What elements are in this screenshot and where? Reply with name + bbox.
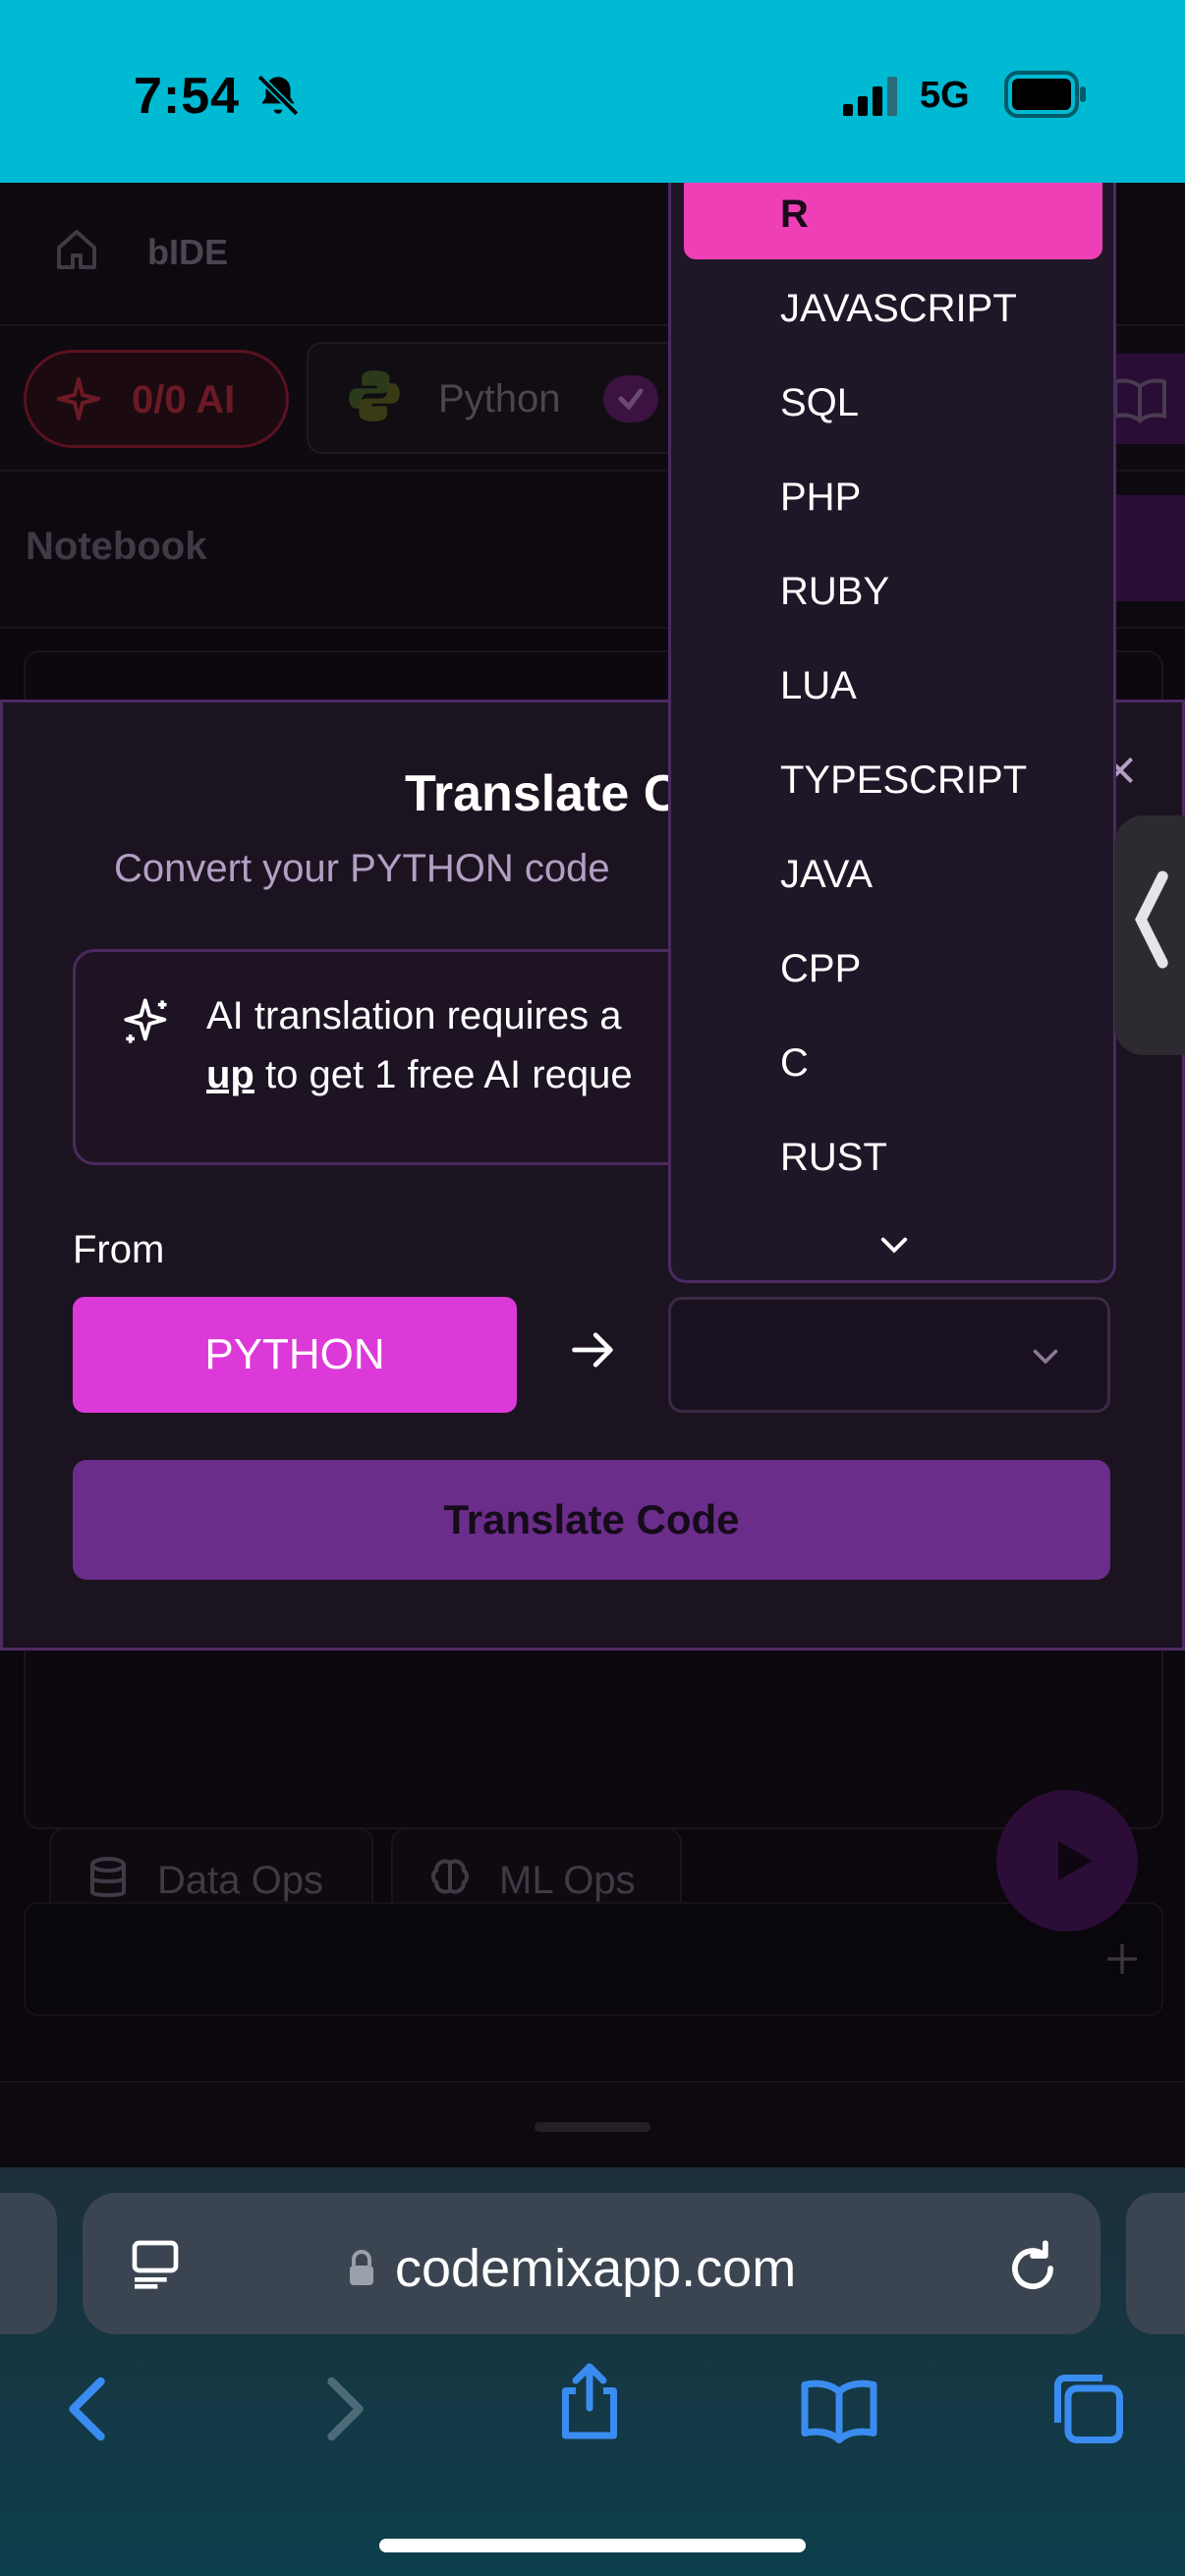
reload-icon[interactable]: [1002, 2238, 1063, 2299]
chevron-down-icon: [1033, 1349, 1058, 1365]
sparkle-icon: [124, 998, 167, 1043]
run-button[interactable]: [996, 1790, 1138, 1932]
lock-icon: [350, 2250, 373, 2285]
previous-tab-peek[interactable]: [0, 2193, 57, 2334]
dropdown-item[interactable]: RUBY: [780, 570, 889, 614]
sparkle-icon: [57, 377, 100, 420]
ml-ops-label: ML Ops: [499, 1859, 636, 1902]
home-indicator: [379, 2539, 806, 2552]
modal-subtitle: Convert your PYTHON code: [114, 847, 610, 890]
url-text: codemixapp.com: [395, 2239, 797, 2298]
dropdown-item[interactable]: SQL: [780, 381, 859, 425]
status-time: 7:54: [134, 68, 241, 125]
chevron-left-icon: [1135, 870, 1168, 969]
dropdown-item[interactable]: LUA: [780, 664, 857, 708]
add-cell-row[interactable]: [24, 1902, 1163, 2016]
modal-title: Translate C: [405, 765, 681, 822]
notebook-title: Notebook: [26, 525, 207, 568]
dropdown-selected-label: R: [780, 193, 809, 236]
sheet-handle: [535, 2122, 650, 2132]
plus-icon[interactable]: [1102, 1939, 1142, 1979]
dropdown-selected-item[interactable]: [684, 183, 1102, 259]
info-text-line-2: up to get 1 free AI reque: [206, 1053, 633, 1097]
reader-icon[interactable]: [128, 2236, 183, 2291]
tabs-icon[interactable]: [1047, 2368, 1130, 2450]
bell-slash-icon: [256, 74, 300, 117]
check-icon: [603, 375, 658, 422]
from-language-button[interactable]: PYTHON: [73, 1297, 517, 1413]
forward-icon[interactable]: [301, 2368, 383, 2450]
dropdown-item[interactable]: RUST: [780, 1136, 887, 1180]
from-label: From: [73, 1228, 165, 1271]
back-icon[interactable]: [49, 2368, 132, 2450]
battery-icon: [1004, 71, 1086, 118]
python-icon: [349, 370, 400, 421]
dropdown-item[interactable]: JAVASCRIPT: [780, 287, 1017, 331]
language-chip-label: Python: [438, 377, 561, 420]
data-ops-label: Data Ops: [157, 1859, 323, 1902]
network-label: 5G: [920, 75, 970, 116]
signal-icon: [843, 77, 897, 116]
info-text-line-1: AI translation requires a: [206, 994, 622, 1037]
bookmarks-icon[interactable]: [798, 2368, 880, 2450]
sign-up-link[interactable]: up: [206, 1053, 254, 1096]
ai-counter-label: 0/0 AI: [132, 378, 236, 421]
dropdown-item[interactable]: CPP: [780, 947, 861, 991]
dropdown-item[interactable]: PHP: [780, 476, 861, 520]
dropdown-item[interactable]: TYPESCRIPT: [780, 758, 1027, 803]
next-tab-peek[interactable]: [1126, 2193, 1185, 2334]
dropdown-item[interactable]: JAVA: [780, 853, 873, 897]
language-dropdown: [668, 183, 1116, 1283]
database-icon: [90, 1857, 126, 1897]
play-icon: [1058, 1841, 1093, 1880]
share-icon[interactable]: [548, 2360, 631, 2442]
info-text-rest: to get 1 free AI reque: [254, 1053, 633, 1096]
dropdown-item[interactable]: C: [780, 1041, 809, 1086]
app-title: bIDE: [147, 232, 229, 272]
chevron-down-icon[interactable]: [875, 1230, 914, 1261]
brain-icon: [431, 1859, 469, 1894]
translate-code-button[interactable]: Translate Code: [73, 1460, 1110, 1580]
arrow-right-icon: [572, 1332, 613, 1368]
home-icon[interactable]: [53, 226, 100, 273]
